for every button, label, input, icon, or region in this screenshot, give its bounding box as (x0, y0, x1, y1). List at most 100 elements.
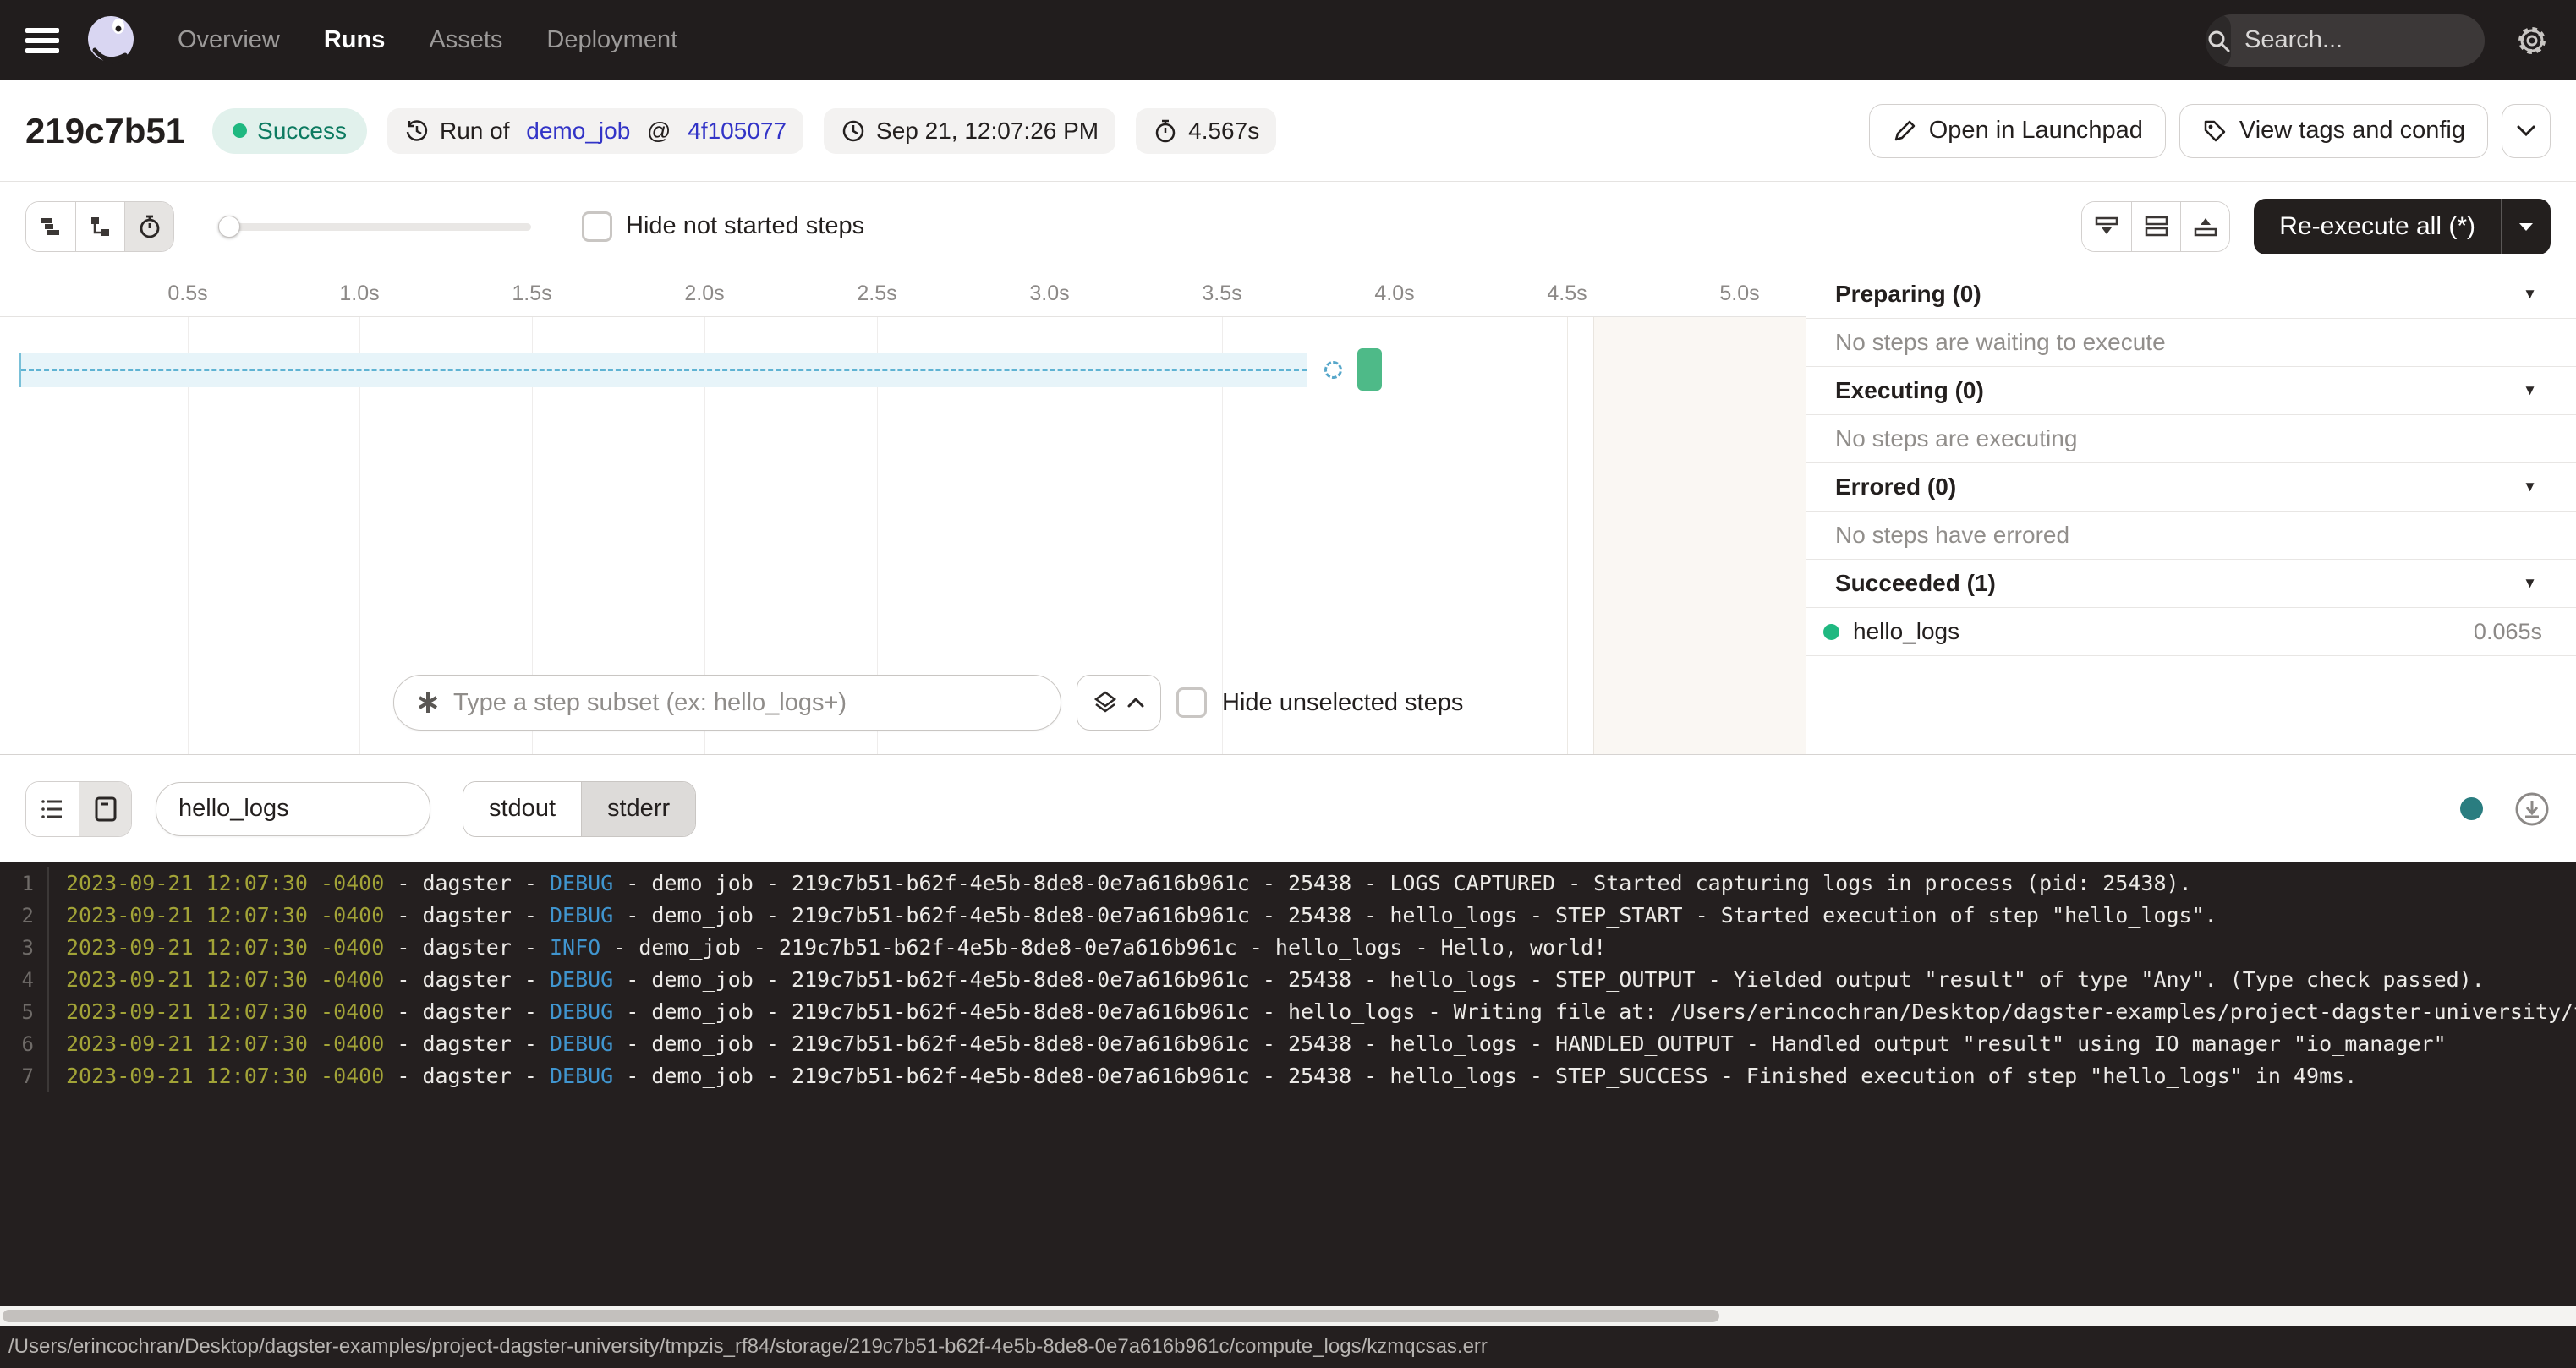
reexecute-all-button[interactable]: Re-execute all (*) (2254, 199, 2551, 254)
timestamp-pill: Sep 21, 12:07:26 PM (824, 108, 1115, 154)
section-executing[interactable]: Executing (0)▼ (1806, 367, 2576, 415)
gantt-time-axis: 0.5s 1.0s 1.5s 2.0s 2.5s 3.0s 3.5s 4.0s … (0, 271, 1806, 317)
run-header: 219c7b51 Success Run of demo_job @ 4f105… (0, 80, 2576, 182)
log-line: 2 2023-09-21 12:07:30 -0400 - dagster - … (0, 900, 2576, 932)
step-marker-icon[interactable] (1324, 361, 1342, 379)
zoom-slider-handle[interactable] (218, 216, 240, 238)
search-field[interactable] (2231, 26, 2485, 54)
log-status-dot-icon (2460, 797, 2483, 820)
log-line: 4 2023-09-21 12:07:30 -0400 - dagster - … (0, 964, 2576, 996)
duration-pill: 4.567s (1136, 108, 1276, 154)
raw-log-view-icon[interactable] (79, 782, 131, 836)
log-toolbar: stdout stderr (0, 755, 2576, 862)
section-preparing[interactable]: Preparing (0)▼ (1806, 271, 2576, 319)
gantt-chart: 0.5s 1.0s 1.5s 2.0s 2.5s 3.0s 3.5s 4.0s … (0, 271, 1806, 754)
nav-links: Overview Runs Assets Deployment (178, 26, 677, 54)
view-tags-config-button[interactable]: View tags and config (2179, 104, 2488, 158)
log-line: 3 2023-09-21 12:07:30 -0400 - dagster - … (0, 932, 2576, 964)
snapshot-link[interactable]: 4f105077 (688, 118, 787, 145)
hide-not-started-checkbox[interactable] (582, 211, 612, 242)
run-of-pill: Run of demo_job @ 4f105077 (387, 108, 803, 154)
scrollbar-thumb[interactable] (3, 1310, 1719, 1322)
history-icon (404, 118, 430, 144)
succeeded-step-row[interactable]: hello_logs 0.065s (1806, 608, 2576, 656)
status-badge: Success (212, 108, 367, 154)
tab-stderr[interactable]: stderr (581, 782, 695, 836)
waterfall-view-icon[interactable] (75, 202, 124, 251)
flat-view-icon[interactable] (26, 202, 75, 251)
download-icon[interactable] (2513, 791, 2551, 828)
log-filter-field[interactable] (178, 795, 408, 823)
step-subset-field[interactable] (453, 689, 1040, 717)
top-nav: Overview Runs Assets Deployment / (0, 0, 2576, 80)
axis-tick: 1.0s (339, 271, 379, 317)
op-selector-icon (414, 689, 441, 716)
split-top-icon[interactable] (2180, 202, 2229, 251)
axis-tick: 5.0s (1719, 271, 1759, 317)
log-filter-input[interactable] (156, 782, 430, 836)
graph-query-toggle-button[interactable] (1077, 675, 1161, 731)
zoom-slider[interactable] (218, 216, 531, 238)
layers-icon (1093, 690, 1118, 715)
log-output[interactable]: 1 2023-09-21 12:07:30 -0400 - dagster - … (0, 862, 2576, 1306)
nav-overview[interactable]: Overview (178, 26, 280, 54)
gear-icon[interactable] (2513, 22, 2551, 59)
axis-tick: 4.0s (1374, 271, 1414, 317)
log-file-path: /Users/erincochran/Desktop/dagster-examp… (8, 1335, 1488, 1359)
axis-tick: 3.0s (1029, 271, 1069, 317)
section-errored-empty: No steps have errored (1806, 512, 2576, 560)
log-line: 1 2023-09-21 12:07:30 -0400 - dagster - … (0, 867, 2576, 900)
gantt-plot-area: Hide unselected steps (0, 317, 1806, 754)
split-bottom-icon[interactable] (2082, 202, 2131, 251)
panel-layout-group (2081, 201, 2230, 252)
pencil-icon (1892, 118, 1917, 144)
step-waiting-band (19, 353, 1307, 387)
log-line: 7 2023-09-21 12:07:30 -0400 - dagster - … (0, 1060, 2576, 1092)
structured-log-view-icon[interactable] (26, 782, 79, 836)
section-succeeded[interactable]: Succeeded (1)▼ (1806, 560, 2576, 608)
nav-assets[interactable]: Assets (429, 26, 502, 54)
log-line: 5 2023-09-21 12:07:30 -0400 - dagster - … (0, 996, 2576, 1028)
open-in-launchpad-button[interactable]: Open in Launchpad (1869, 104, 2166, 158)
axis-tick: 2.0s (684, 271, 724, 317)
menu-icon[interactable] (25, 28, 59, 53)
hide-unselected-checkbox[interactable] (1176, 687, 1207, 718)
chevron-up-icon (1126, 697, 1145, 709)
run-id: 219c7b51 (25, 111, 185, 151)
axis-tick: 4.5s (1547, 271, 1587, 317)
hide-unselected-label: Hide unselected steps (1222, 689, 1463, 717)
step-status-panel: Preparing (0)▼ No steps are waiting to e… (1806, 271, 2576, 754)
run-actions-dropdown-button[interactable] (2502, 104, 2551, 158)
nav-runs[interactable]: Runs (324, 26, 386, 54)
section-errored[interactable]: Errored (0)▼ (1806, 463, 2576, 512)
chevron-down-icon: ▼ (2523, 575, 2537, 592)
after-run-end-region (1593, 317, 1806, 754)
log-view-mode-group (25, 781, 132, 837)
chevron-down-icon: ▼ (2523, 286, 2537, 303)
log-stream-tabs: stdout stderr (463, 781, 696, 837)
log-path-statusbar: /Users/erincochran/Desktop/dagster-examp… (0, 1326, 2576, 1368)
job-link[interactable]: demo_job (526, 118, 630, 145)
axis-tick: 0.5s (167, 271, 207, 317)
stopwatch-icon (1153, 118, 1178, 144)
search-icon (2206, 14, 2231, 67)
search-input[interactable]: / (2206, 14, 2485, 67)
timed-view-icon[interactable] (124, 202, 173, 251)
section-preparing-empty: No steps are waiting to execute (1806, 319, 2576, 367)
axis-tick: 1.5s (512, 271, 551, 317)
reexecute-dropdown-icon[interactable] (2502, 221, 2551, 233)
chevron-down-icon: ▼ (2523, 479, 2537, 495)
nav-deployment[interactable]: Deployment (546, 26, 677, 54)
step-subset-input[interactable] (393, 675, 1061, 731)
dagster-logo-icon[interactable] (83, 13, 139, 68)
log-line: 6 2023-09-21 12:07:30 -0400 - dagster - … (0, 1028, 2576, 1060)
split-even-icon[interactable] (2131, 202, 2180, 251)
gantt-step-bar-hello-logs[interactable] (1357, 348, 1382, 391)
axis-tick: 3.5s (1202, 271, 1241, 317)
tab-stdout[interactable]: stdout (463, 782, 581, 836)
clock-icon (841, 118, 866, 144)
hide-not-started-row[interactable]: Hide not started steps (582, 211, 864, 242)
horizontal-scrollbar[interactable] (0, 1306, 2576, 1326)
gantt-toolbar: Hide not started steps Re-execute all (*… (0, 182, 2576, 271)
run-main-area: 0.5s 1.0s 1.5s 2.0s 2.5s 3.0s 3.5s 4.0s … (0, 271, 2576, 755)
